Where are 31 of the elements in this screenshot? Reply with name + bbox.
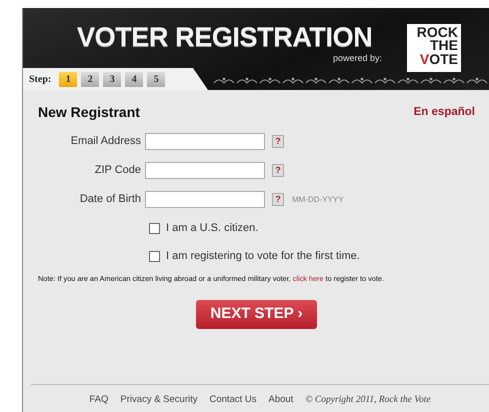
help-button[interactable]: ? (272, 193, 284, 206)
logo: ROCK THE VOTE (407, 24, 461, 72)
step-label: Step: (29, 72, 52, 86)
footer-link[interactable]: FAQ (89, 393, 108, 408)
spanish-link[interactable]: En español (414, 104, 475, 122)
step-tab[interactable]: 4 (125, 72, 144, 86)
format-hint: MM-DD-YYYY (292, 194, 344, 206)
help-button[interactable]: ? (272, 135, 284, 148)
checkbox-label: I am registering to vote for the first time. (166, 248, 360, 264)
step-tab[interactable]: 2 (81, 72, 100, 86)
field-label: Email Address (70, 134, 142, 150)
powered-by-text: powered by: (333, 54, 382, 63)
step-tab[interactable]: 1 (59, 72, 78, 86)
footer-link[interactable]: Privacy & Security (120, 393, 198, 408)
section-title: New Registrant (38, 103, 140, 122)
checkbox[interactable] (149, 222, 160, 234)
checkbox-label: I am a U.S. citizen. (166, 220, 258, 236)
footer-link[interactable]: About (268, 393, 294, 408)
step-tab[interactable]: 5 (147, 72, 166, 86)
input-field[interactable] (145, 191, 265, 208)
copyright-text: © Copyright 2011, Rock the Vote (305, 394, 431, 407)
page-title: VOTER REGISTRATION (77, 24, 372, 51)
footer-link[interactable]: Contact Us (210, 393, 256, 408)
next-step-button[interactable]: NEXT STEP › (196, 300, 317, 329)
field-label: ZIP Code (94, 163, 142, 178)
checkbox[interactable] (149, 250, 160, 262)
field-label: Date of Birth (78, 192, 142, 208)
help-button[interactable]: ? (272, 164, 284, 177)
step-tab[interactable]: 3 (103, 72, 122, 86)
input-field[interactable] (145, 162, 265, 179)
input-field[interactable] (145, 133, 265, 150)
